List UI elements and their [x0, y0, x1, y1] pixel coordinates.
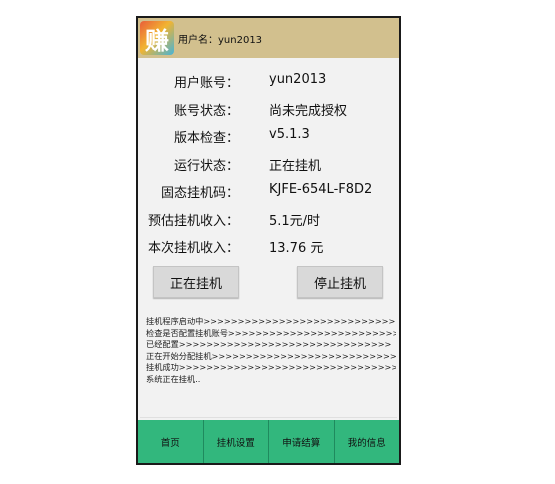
- info-value: yun2013: [269, 72, 327, 87]
- tab-my-info[interactable]: 我的信息: [334, 420, 399, 463]
- phone-screen: 赚 用户名：yun2013 用户账号： yun2013 账号状态： 尚未完成授权…: [136, 16, 401, 465]
- info-value: v5.1.3: [269, 127, 310, 142]
- info-label: 用户账号：: [173, 76, 239, 91]
- username-title: 用户名：yun2013: [178, 34, 263, 46]
- info-row-user-account: 用户账号： yun2013: [138, 68, 399, 96]
- info-row-fixed-code: 固态挂机码： KJFE-654L-F8D2: [138, 178, 399, 206]
- info-label: 账号状态：: [173, 103, 239, 119]
- info-value: 尚未完成授权: [269, 103, 348, 119]
- start-hosting-button[interactable]: 正在挂机: [153, 266, 239, 298]
- info-label: 运行状态：: [173, 158, 239, 174]
- info-label: 本次挂机收入：: [147, 241, 239, 256]
- app-logo-icon: 赚: [140, 21, 174, 55]
- log-line: 挂机成功>>>>>>>>>>>>>>>>>>>>>>>>>>>>>>>>: [146, 362, 396, 372]
- log-line: 检查是否配置挂机账号>>>>>>>>>>>>>>>>>>>>>>>>>: [146, 327, 396, 338]
- tab-home[interactable]: 首页: [138, 420, 204, 463]
- stop-hosting-button[interactable]: 停止挂机: [297, 266, 383, 298]
- log-output: 挂机程序启动中>>>>>>>>>>>>>>>>>>>>>>>>>>>>> 检查是…: [146, 316, 396, 385]
- tab-request-settlement[interactable]: 申请结算: [269, 420, 335, 463]
- info-row-session-income: 本次挂机收入： 13.76 元: [138, 233, 399, 261]
- info-value: 13.76 元: [269, 241, 324, 256]
- info-value: KJFE-654L-F8D2: [269, 182, 373, 197]
- info-label: 固态挂机码：: [160, 186, 239, 201]
- info-value: 正在挂机: [269, 158, 322, 174]
- log-line: 挂机程序启动中>>>>>>>>>>>>>>>>>>>>>>>>>>>>>: [146, 316, 396, 326]
- info-row-estimated-income: 预估挂机收入： 5.1元/时: [138, 206, 399, 234]
- info-value: 5.1元/时: [269, 213, 321, 229]
- info-row-run-status: 运行状态： 正在挂机: [138, 151, 399, 179]
- log-line: 正在开始分配挂机>>>>>>>>>>>>>>>>>>>>>>>>>>>>>>: [146, 350, 396, 361]
- info-row-account-status: 账号状态： 尚未完成授权: [138, 96, 399, 124]
- log-line: 已经配置>>>>>>>>>>>>>>>>>>>>>>>>>>>>>>>: [146, 339, 392, 349]
- info-row-version: 版本检查： v5.1.3: [138, 123, 399, 151]
- log-line: 系统正在挂机..: [146, 373, 201, 384]
- divider: [140, 417, 397, 418]
- title-bar: 赚 用户名：yun2013: [138, 18, 399, 58]
- tab-hosting-settings[interactable]: 挂机设置: [203, 420, 269, 463]
- info-label: 版本检查：: [173, 131, 239, 146]
- info-label: 预估挂机收入：: [147, 213, 239, 229]
- account-info-panel: 用户账号： yun2013 账号状态： 尚未完成授权 版本检查： v5.1.3 …: [138, 68, 399, 261]
- bottom-tab-bar: 首页 挂机设置 申请结算 我的信息: [138, 420, 399, 463]
